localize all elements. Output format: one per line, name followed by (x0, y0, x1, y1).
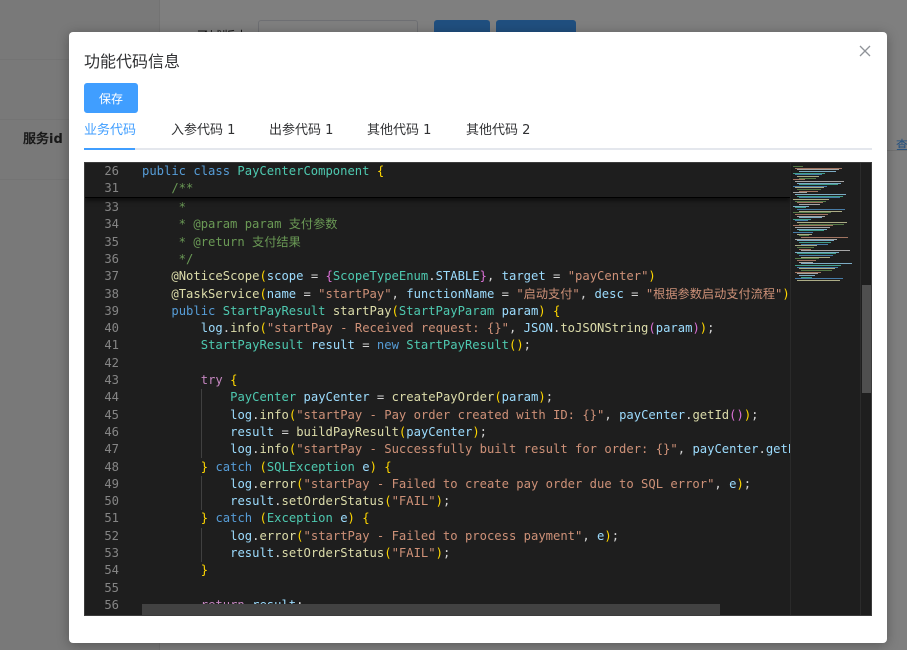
code-line[interactable]: 50 result.setOrderStatus("FAIL"); (85, 493, 790, 510)
code-text[interactable]: StartPayResult result = new StartPayResu… (142, 337, 531, 354)
tab-other-code-2[interactable]: 其他代码 2 (466, 122, 530, 150)
code-line[interactable]: 53 result.setOrderStatus("FAIL"); (85, 545, 790, 562)
code-text[interactable]: * @param param 支付参数 (142, 216, 338, 233)
code-text[interactable]: log.error("startPay - Failed to create p… (142, 476, 751, 493)
sticky-line[interactable]: 31 /** (85, 180, 790, 197)
code-text[interactable]: * @return 支付结果 (142, 234, 301, 251)
code-line[interactable]: 44 PayCenter payCenter = createPayOrder(… (85, 389, 790, 406)
tab-other-code-1[interactable]: 其他代码 1 (367, 122, 431, 150)
line-number: 55 (104, 580, 119, 595)
code-lines[interactable]: 33 * 34 * @param param 支付参数 35 * @return 支… (85, 199, 790, 615)
code-line[interactable]: 43 try { (85, 372, 790, 389)
line-number: 53 (104, 546, 119, 560)
line-number: 43 (104, 373, 119, 387)
code-text[interactable]: @NoticeScope(scope = {ScopeTypeEnum.STAB… (142, 268, 655, 285)
line-number: 57 (85, 614, 119, 615)
line-number: 44 (104, 390, 119, 405)
line-number: 47 (104, 442, 119, 457)
line-number: 46 (104, 424, 119, 439)
code-text[interactable]: @TaskService(name = "startPay", function… (142, 286, 789, 303)
dialog-title: 功能代码信息 (84, 52, 181, 71)
line-number: 49 (104, 476, 119, 491)
code-line[interactable]: 36 */ (85, 251, 790, 268)
code-text[interactable]: log.error("startPay - Failed to process … (142, 528, 619, 545)
code-line[interactable]: 34 * @param param 支付参数 (85, 216, 790, 233)
code-line[interactable]: 39 public StartPayResult startPay(StartP… (85, 303, 790, 320)
line-number: 52 (104, 528, 119, 543)
line-number: 48 (104, 459, 119, 474)
line-number: 33 (104, 200, 119, 214)
code-line[interactable]: 47 log.info("startPay - Successfully bui… (85, 441, 790, 458)
line-number: 37 (104, 269, 119, 284)
line-number: 35 (104, 234, 119, 249)
code-editor[interactable]: 26 public class PayCenterComponent {31 /*… (84, 162, 872, 616)
line-number: 40 (104, 321, 119, 336)
code-line[interactable]: 49 log.error("startPay - Failed to creat… (85, 476, 790, 493)
code-text[interactable]: try { (142, 372, 238, 389)
code-line[interactable]: 38 @TaskService(name = "startPay", funct… (85, 286, 790, 303)
minimap-line (797, 279, 840, 281)
minimap[interactable] (790, 163, 860, 615)
indent-guide (200, 527, 202, 563)
line-number: 42 (104, 355, 119, 370)
line-number: 34 (104, 217, 119, 232)
indent-guide (200, 475, 202, 511)
code-text[interactable]: * (142, 199, 186, 216)
tab-input-code-1[interactable]: 入参代码 1 (171, 122, 235, 150)
horizontal-scrollbar[interactable] (142, 604, 720, 615)
line-number: 45 (104, 407, 119, 422)
close-icon[interactable] (859, 44, 873, 60)
code-line[interactable]: 40 log.info("startPay - Received request… (85, 320, 790, 337)
code-text[interactable]: } catch (SQLException e) { (142, 459, 392, 476)
code-line[interactable]: 48 } catch (SQLException e) { (85, 459, 790, 476)
code-line[interactable]: 33 * (85, 199, 790, 216)
code-line[interactable]: 52 log.error("startPay - Failed to proce… (85, 528, 790, 545)
code-text[interactable]: log.info("startPay - Successfully built … (142, 441, 790, 458)
code-text[interactable]: log.info("startPay - Received request: {… (142, 320, 715, 337)
vertical-scrollbar-thumb[interactable] (862, 285, 871, 393)
code-line[interactable]: 46 result = buildPayResult(payCenter); (85, 424, 790, 441)
code-text[interactable]: public class PayCenterComponent { (142, 163, 384, 180)
sticky-scroll-header[interactable]: 26 public class PayCenterComponent {31 /*… (85, 163, 790, 198)
code-text[interactable]: } catch (Exception e) { (142, 510, 370, 527)
line-number: 56 (104, 597, 119, 612)
code-text[interactable]: */ (142, 251, 194, 268)
save-button[interactable]: 保存 (84, 83, 138, 113)
code-line[interactable]: 54 } (85, 562, 790, 579)
code-line[interactable]: 37 @NoticeScope(scope = {ScopeTypeEnum.S… (85, 268, 790, 285)
code-text[interactable]: result.setOrderStatus("FAIL"); (142, 493, 450, 510)
code-text[interactable]: result = buildPayResult(payCenter); (142, 424, 487, 441)
line-number: 50 (104, 494, 119, 509)
active-tab-indicator (84, 148, 135, 150)
line-number: 36 (104, 251, 119, 266)
code-text[interactable]: public StartPayResult startPay(StartPayP… (142, 303, 560, 320)
sticky-line[interactable]: 26 public class PayCenterComponent { (85, 163, 790, 180)
line-number: 41 (104, 338, 119, 353)
code-tabs: 业务代码 入参代码 1 出参代码 1 其他代码 1 其他代码 2 (84, 122, 872, 150)
code-info-dialog: 功能代码信息 保存 业务代码 入参代码 1 出参代码 1 其他代码 1 其他代码… (69, 32, 887, 643)
line-number: 31 (104, 181, 119, 195)
line-number: 51 (104, 511, 119, 526)
vertical-scrollbar[interactable] (860, 163, 871, 615)
line-number: 39 (104, 303, 119, 318)
line-number: 26 (104, 164, 119, 178)
indent-guide (200, 389, 202, 459)
code-line[interactable]: 41 StartPayResult result = new StartPayR… (85, 337, 790, 354)
code-text[interactable]: log.info("startPay - Pay order created w… (142, 407, 758, 424)
tab-output-code-1[interactable]: 出参代码 1 (269, 122, 333, 150)
code-text[interactable]: /** (142, 180, 193, 197)
code-line[interactable]: 45 log.info("startPay - Pay order create… (85, 407, 790, 424)
code-text[interactable]: result.setOrderStatus("FAIL"); (142, 545, 450, 562)
tab-business-code[interactable]: 业务代码 (84, 122, 136, 150)
line-number: 54 (104, 563, 119, 578)
code-line[interactable]: 42 (85, 355, 790, 372)
code-text[interactable]: PayCenter payCenter = createPayOrder(par… (142, 389, 553, 406)
code-line[interactable]: 35 * @return 支付结果 (85, 234, 790, 251)
code-line[interactable]: 51 } catch (Exception e) { (85, 510, 790, 527)
code-text[interactable]: } (142, 562, 208, 579)
code-line[interactable]: 55 (85, 580, 790, 597)
line-number: 38 (104, 286, 119, 301)
